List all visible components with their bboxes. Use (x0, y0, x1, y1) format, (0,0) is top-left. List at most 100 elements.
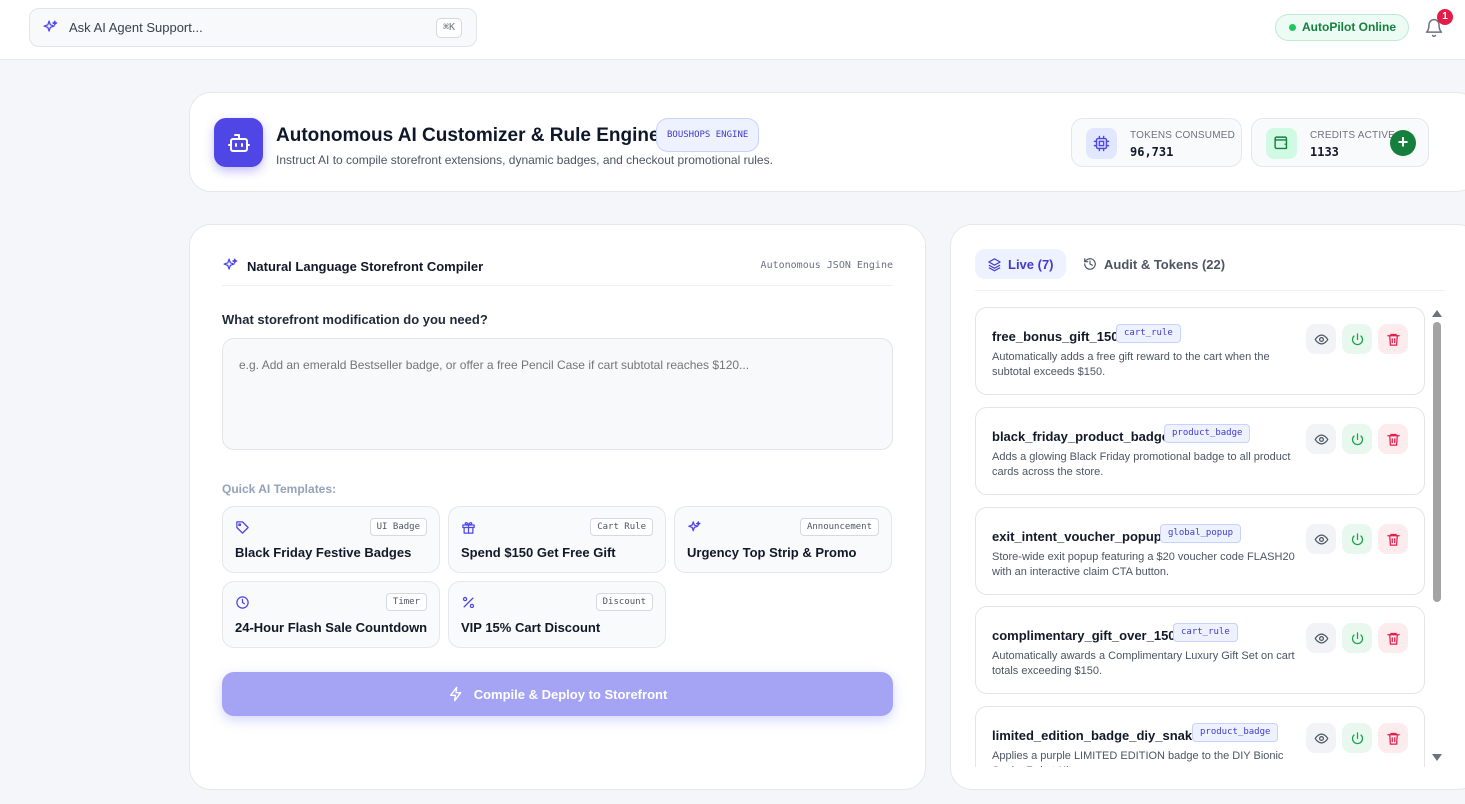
tag-icon (236, 521, 249, 534)
templates-label: Quick AI Templates: (222, 482, 337, 496)
eye-icon (1314, 433, 1328, 445)
rule-name: limited_edition_badge_diy_snake (992, 728, 1200, 743)
eye-icon (1314, 333, 1328, 345)
add-credits-button[interactable]: + (1390, 130, 1416, 156)
compiler-card: Natural Language Storefront Compiler Aut… (189, 224, 926, 790)
eye-icon (1314, 632, 1328, 644)
percent-icon (462, 596, 475, 609)
eye-icon (1314, 533, 1328, 545)
template-tag: Cart Rule (590, 518, 653, 536)
template-black-friday[interactable]: UI Badge Black Friday Festive Badges (222, 506, 440, 573)
template-tag: Discount (595, 593, 653, 611)
view-rule-button[interactable] (1306, 623, 1336, 653)
sparkles-icon (223, 258, 238, 270)
cpu-icon (1086, 128, 1117, 159)
delete-rule-button[interactable] (1378, 524, 1408, 554)
search-placeholder: Ask AI Agent Support... (69, 20, 203, 35)
toggle-rule-button[interactable] (1342, 324, 1372, 354)
rule-description: Automatically awards a Complimentary Lux… (992, 650, 1295, 677)
rule-name: exit_intent_voucher_popup (992, 529, 1162, 544)
status-dot-icon (1289, 24, 1296, 31)
deploy-label: Compile & Deploy to Storefront (473, 686, 668, 702)
power-icon (1351, 432, 1363, 445)
compile-deploy-button[interactable]: Compile & Deploy to Storefront (222, 672, 893, 716)
power-icon (1351, 631, 1363, 644)
template-tag: Announcement (799, 518, 879, 536)
prompt-label: What storefront modification do you need… (222, 312, 488, 327)
lightning-icon (449, 686, 462, 702)
tokens-stat-card: TOKENS CONSUMED 96,731 (1071, 118, 1242, 167)
rule-name: free_bonus_gift_150 (992, 329, 1119, 344)
page-title: Autonomous AI Customizer & Rule Engine (276, 125, 660, 146)
status-text: AutoPilot Online (1302, 20, 1396, 34)
view-rule-button[interactable] (1306, 723, 1336, 753)
wallet-icon (1266, 128, 1297, 159)
divider (975, 290, 1445, 291)
template-vip-discount[interactable]: Discount VIP 15% Cart Discount (448, 581, 666, 648)
rule-description: Applies a purple LIMITED EDITION badge t… (992, 750, 1284, 767)
ai-support-search[interactable]: Ask AI Agent Support... ⌘K (29, 8, 477, 47)
rule-card: limited_edition_badge_diy_snake product_… (975, 706, 1425, 767)
rule-list-scrollbar[interactable] (1433, 322, 1441, 602)
tab-live-label: Live (7) (1008, 256, 1054, 272)
rule-name: black_friday_product_badge (992, 429, 1169, 444)
power-icon (1351, 731, 1363, 744)
compiler-title: Natural Language Storefront Compiler (247, 259, 484, 274)
rule-description: Automatically adds a free gift reward to… (992, 351, 1270, 378)
trash-icon (1386, 533, 1400, 546)
engine-badge: BOUSHOPS ENGINE (656, 118, 760, 152)
delete-rule-button[interactable] (1378, 623, 1408, 653)
view-rule-button[interactable] (1306, 524, 1336, 554)
history-icon (1084, 258, 1096, 270)
trash-icon (1386, 333, 1400, 346)
template-name: Urgency Top Strip & Promo (687, 545, 857, 560)
layers-icon (988, 257, 1001, 271)
rule-type-badge: global_popup (1160, 524, 1242, 543)
eye-icon (1314, 732, 1328, 744)
tab-audit-label: Audit & Tokens (22) (1104, 256, 1226, 272)
clock-icon (236, 596, 249, 609)
rule-card: exit_intent_voucher_popup global_popup S… (975, 507, 1425, 595)
trash-icon (1386, 732, 1400, 745)
view-rule-button[interactable] (1306, 424, 1336, 454)
tokens-value: 96,731 (1130, 145, 1174, 159)
toggle-rule-button[interactable] (1342, 524, 1372, 554)
shortcut-hint: ⌘K (435, 18, 462, 38)
bot-icon (214, 118, 263, 167)
rule-description: Adds a glowing Black Friday promotional … (992, 451, 1291, 478)
delete-rule-button[interactable] (1378, 324, 1408, 354)
toggle-rule-button[interactable] (1342, 623, 1372, 653)
template-tag: UI Badge (369, 518, 427, 536)
tab-live[interactable]: Live (7) (975, 249, 1066, 279)
tab-audit[interactable]: Audit & Tokens (22) (1083, 249, 1225, 279)
rule-description: Store-wide exit popup featuring a $20 vo… (992, 551, 1295, 578)
trash-icon (1386, 433, 1400, 446)
notification-count-badge: 1 (1437, 9, 1453, 25)
view-rule-button[interactable] (1306, 324, 1336, 354)
credits-value: 1133 (1310, 145, 1339, 159)
template-name: 24-Hour Flash Sale Countdown (235, 620, 428, 635)
template-free-gift[interactable]: Cart Rule Spend $150 Get Free Gift (448, 506, 666, 573)
rule-type-badge: cart_rule (1173, 623, 1238, 642)
credits-stat-card: CREDITS ACTIVE 1133 + (1251, 118, 1429, 167)
autopilot-status-badge: AutoPilot Online (1275, 14, 1409, 41)
toggle-rule-button[interactable] (1342, 424, 1372, 454)
template-name: Black Friday Festive Badges (235, 545, 412, 560)
template-name: VIP 15% Cart Discount (461, 620, 601, 635)
scroll-up-arrow-icon[interactable] (1432, 310, 1442, 317)
template-flash-sale[interactable]: Timer 24-Hour Flash Sale Countdown (222, 581, 440, 648)
scroll-down-arrow-icon[interactable] (1432, 754, 1442, 761)
rule-list: free_bonus_gift_150 cart_rule Automatica… (975, 307, 1426, 767)
delete-rule-button[interactable] (1378, 723, 1408, 753)
power-icon (1351, 332, 1363, 345)
power-icon (1351, 532, 1363, 545)
credits-label: CREDITS ACTIVE (1310, 130, 1396, 141)
toggle-rule-button[interactable] (1342, 723, 1372, 753)
rule-card: free_bonus_gift_150 cart_rule Automatica… (975, 307, 1425, 395)
compiler-engine-label: Autonomous JSON Engine (760, 260, 893, 271)
rule-name: complimentary_gift_over_150 (992, 628, 1176, 643)
template-urgency-strip[interactable]: Announcement Urgency Top Strip & Promo (674, 506, 892, 573)
prompt-input[interactable] (222, 338, 893, 450)
delete-rule-button[interactable] (1378, 424, 1408, 454)
header-card: Autonomous AI Customizer & Rule Engine B… (189, 92, 1465, 192)
